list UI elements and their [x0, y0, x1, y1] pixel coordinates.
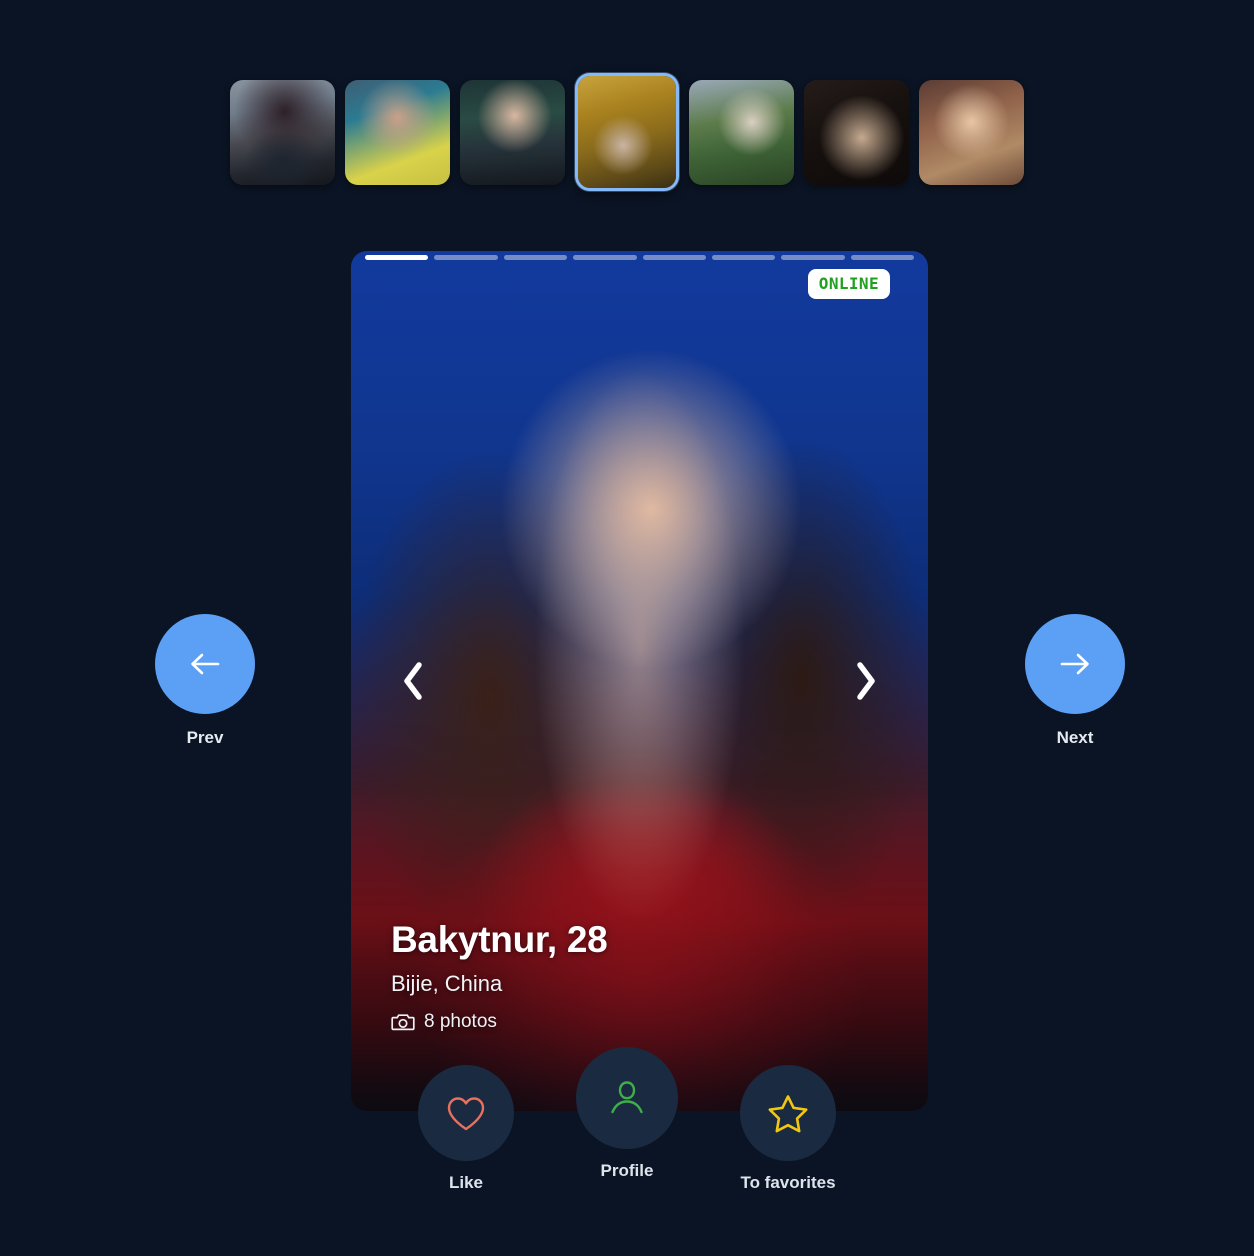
prev-profile-button[interactable] — [155, 614, 255, 714]
profile-location: Bijie, China — [391, 971, 503, 996]
thumbnail-photo-1 — [230, 79, 335, 185]
progress-segment[interactable] — [503, 255, 568, 260]
like-label: Like — [448, 1173, 484, 1192]
arrow-right-icon — [1060, 653, 1089, 675]
thumbnail-strip — [0, 62, 1254, 202]
favorites-action[interactable]: To favorites — [716, 1065, 861, 1193]
prev-profile-nav[interactable]: Prev — [155, 614, 255, 748]
thumbnail-photo-6 — [804, 79, 909, 185]
photo-progress-bar[interactable] — [365, 255, 914, 260]
next-profile-label: Next — [1056, 728, 1094, 747]
heart-icon — [447, 1097, 485, 1131]
thumbnail-item[interactable] — [804, 79, 909, 185]
thumbnail-item[interactable] — [919, 79, 1024, 185]
chevron-left-icon — [404, 662, 422, 700]
status-badge: ONLINE — [807, 269, 890, 299]
carousel-next-button[interactable] — [844, 652, 888, 710]
like-action[interactable]: Like — [394, 1065, 539, 1193]
action-bar: Like Profile To favorites — [0, 1047, 1254, 1193]
favorites-button[interactable] — [740, 1065, 836, 1161]
progress-segment[interactable] — [711, 255, 776, 260]
arrow-left-icon — [191, 653, 220, 675]
thumbnail-photo-5 — [689, 79, 794, 185]
thumbnail-item[interactable] — [345, 79, 450, 185]
thumbnail-photo-2 — [345, 79, 450, 185]
progress-segment[interactable] — [642, 255, 706, 260]
star-icon — [768, 1095, 808, 1133]
thumbnail-photo-7 — [919, 79, 1024, 185]
profile-info: Bakytnur, 28 Bijie, China 8 photos — [391, 919, 608, 1033]
profile-card[interactable]: ONLINE Bakytnur, 28 Bijie, China 8 photo… — [351, 251, 928, 1111]
camera-icon — [391, 1014, 415, 1031]
profile-button[interactable] — [576, 1047, 678, 1149]
next-profile-button[interactable] — [1025, 614, 1125, 714]
thumbnail-item[interactable] — [460, 79, 565, 185]
progress-segment[interactable] — [781, 255, 845, 260]
profile-label: Profile — [600, 1161, 654, 1180]
prev-profile-label: Prev — [186, 728, 224, 747]
person-icon — [611, 1081, 643, 1114]
favorites-label: To favorites — [740, 1173, 836, 1192]
carousel-prev-button[interactable] — [391, 652, 435, 710]
photo-count: 8 photos — [391, 1011, 607, 1033]
like-button[interactable] — [418, 1065, 514, 1161]
thumbnail-photo-4 — [578, 76, 676, 188]
progress-segment[interactable] — [573, 255, 637, 260]
profile-name: Bakytnur, 28 — [391, 919, 608, 961]
progress-segment[interactable] — [434, 255, 498, 260]
next-profile-nav[interactable]: Next — [1025, 614, 1125, 748]
thumbnail-item[interactable] — [689, 79, 794, 185]
profile-action[interactable]: Profile — [555, 1047, 700, 1181]
chevron-right-icon — [857, 662, 875, 700]
progress-segment[interactable] — [365, 255, 429, 260]
thumbnail-item[interactable] — [230, 79, 335, 185]
photo-count-label: 8 photos — [424, 1011, 497, 1032]
progress-segment[interactable] — [850, 255, 914, 260]
thumbnail-item[interactable] — [575, 73, 679, 191]
thumbnail-photo-3 — [460, 79, 565, 185]
